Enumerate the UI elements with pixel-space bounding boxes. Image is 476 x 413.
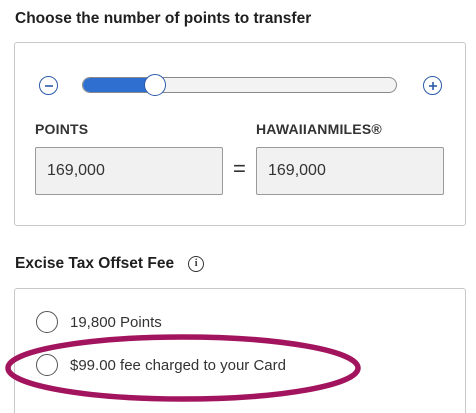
points-slider[interactable]	[82, 77, 397, 93]
radio-button[interactable]	[36, 311, 58, 333]
fee-option-label: $99.00 fee charged to your Card	[70, 356, 286, 374]
fee-option-card-charge[interactable]: $99.00 fee charged to your Card	[36, 354, 286, 376]
radio-button[interactable]	[36, 354, 58, 376]
hawaiianmiles-label: HAWAIIANMILES®	[256, 121, 382, 137]
plus-icon	[428, 81, 437, 90]
fee-options-card: 19,800 Points $99.00 fee charged to your…	[14, 288, 466, 413]
info-icon[interactable]: i	[188, 256, 205, 272]
increase-points-button[interactable]	[423, 76, 442, 95]
minus-icon	[44, 84, 53, 87]
points-label: POINTS	[35, 121, 89, 137]
fee-option-points[interactable]: 19,800 Points	[36, 311, 162, 333]
hawaiianmiles-input[interactable]	[256, 147, 444, 195]
decrease-points-button[interactable]	[39, 76, 58, 95]
fee-section-header: Excise Tax Offset Fee i	[15, 255, 205, 273]
transfer-section-title: Choose the number of points to transfer	[15, 10, 312, 27]
slider-thumb[interactable]	[144, 74, 167, 96]
equals-sign: =	[233, 156, 246, 181]
points-input[interactable]	[35, 147, 223, 195]
fee-option-label: 19,800 Points	[70, 313, 162, 331]
transfer-card: POINTS HAWAIIANMILES® =	[14, 42, 466, 226]
fee-section-title: Excise Tax Offset Fee	[15, 255, 175, 272]
transfer-points-page: Choose the number of points to transfer …	[0, 0, 476, 413]
